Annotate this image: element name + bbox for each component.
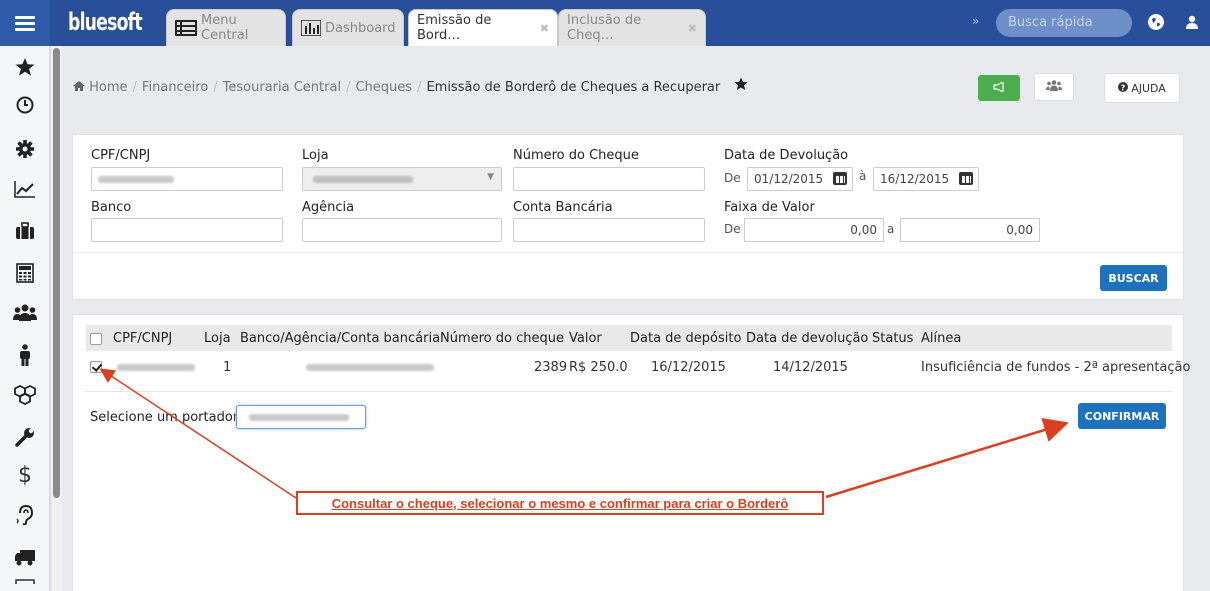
arrow-to-checkbox <box>99 368 297 499</box>
arrow-to-confirmar <box>825 417 1069 499</box>
annotation-callout: Consultar o cheque, selecionar o mesmo e… <box>296 491 824 515</box>
